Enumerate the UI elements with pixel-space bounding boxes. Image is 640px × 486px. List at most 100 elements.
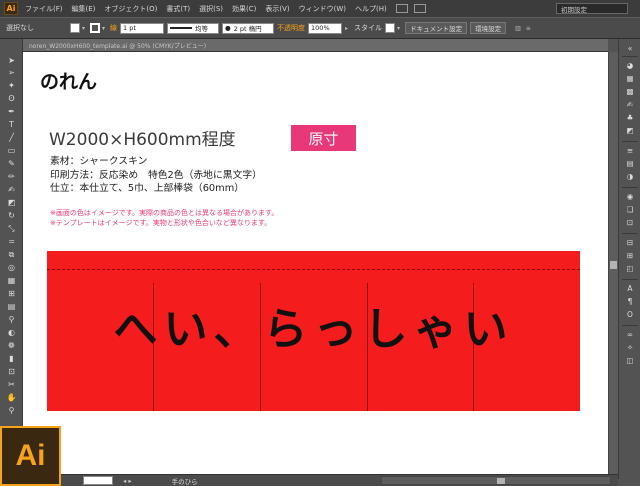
chevron-right-icon[interactable]: ▸ xyxy=(345,25,348,32)
brushes-panel-icon[interactable]: ✍ xyxy=(624,101,636,109)
menu-object[interactable]: オブジェクト(O) xyxy=(104,4,157,14)
preferences-button[interactable]: 環境設定 xyxy=(470,22,507,34)
tools-panel: ➤ ➢ ✦ ʘ ✒ T ╱ ▭ ✎ ✏ ✍ ◩ ↻ ⤡ ≍ ⧉ ◎ ▦ ⊞ ▤ … xyxy=(0,39,23,429)
vertical-scroll-thumb[interactable] xyxy=(610,261,617,269)
symbols-panel-icon[interactable]: ♣ xyxy=(624,114,636,122)
profile-label: 均等 xyxy=(195,25,209,33)
variable-width-profile[interactable]: 均等 xyxy=(167,22,220,34)
rotate-tool-icon[interactable]: ↻ xyxy=(5,211,18,221)
bridge-icon[interactable] xyxy=(395,4,408,13)
artboard[interactable]: のれん W2000×H600mm程度 原寸 素材：シャークスキン 印刷方法：反応… xyxy=(23,52,608,474)
noren-curtain[interactable]: へい、らっしゃい xyxy=(47,251,580,411)
style-label: スタイル xyxy=(354,24,383,32)
spec-list: 素材：シャークスキン 印刷方法：反応染め 特色2色（赤地に黒文字） 仕立：本仕立… xyxy=(50,155,262,196)
align-icon[interactable]: ▥ xyxy=(515,25,521,32)
menu-file[interactable]: ファイル(F) xyxy=(25,4,63,14)
vertical-scrollbar[interactable] xyxy=(608,52,618,474)
menu-select[interactable]: 選択(S) xyxy=(199,4,223,14)
noren-text[interactable]: へい、らっしゃい xyxy=(47,293,580,357)
blob-brush-tool-icon[interactable]: ✍ xyxy=(5,185,18,195)
swatches-panel-icon[interactable]: ▩ xyxy=(624,88,636,96)
gradient-panel-icon[interactable]: ▤ xyxy=(624,160,636,168)
brush-definition[interactable]: ● 2 pt 楕円 xyxy=(222,22,275,34)
graphic-style-swatch[interactable] xyxy=(385,23,396,33)
opentype-panel-icon[interactable]: O xyxy=(624,311,636,319)
menu-type[interactable]: 書式(T) xyxy=(166,4,190,14)
width-tool-icon[interactable]: ≍ xyxy=(5,237,18,247)
pencil-tool-icon[interactable]: ✏ xyxy=(5,172,18,182)
gradient-tool-icon[interactable]: ▤ xyxy=(5,302,18,312)
menu-window[interactable]: ウィンドウ(W) xyxy=(299,4,346,14)
character-panel-icon[interactable]: A xyxy=(624,285,636,293)
scale-tool-icon[interactable]: ⤡ xyxy=(5,224,18,234)
direct-selection-tool-icon[interactable]: ➢ xyxy=(5,68,18,78)
artboard-tool-icon[interactable]: ⊡ xyxy=(5,367,18,377)
divider xyxy=(622,325,638,326)
symbol-sprayer-tool-icon[interactable]: ❁ xyxy=(5,341,18,351)
free-transform-tool-icon[interactable]: ⧉ xyxy=(5,250,18,260)
menu-edit[interactable]: 編集(E) xyxy=(72,4,96,14)
collapse-panels-icon[interactable]: « xyxy=(624,45,636,53)
color-guide-icon[interactable]: ▦ xyxy=(624,75,636,83)
eraser-tool-icon[interactable]: ◩ xyxy=(5,198,18,208)
document-setup-button[interactable]: ドキュメント設定 xyxy=(405,22,468,34)
column-graph-tool-icon[interactable]: ▮ xyxy=(5,354,18,364)
image-trace-icon[interactable]: ✧ xyxy=(624,344,636,352)
horizontal-scrollbar[interactable] xyxy=(381,476,611,485)
status-bar: ◂ ▸ 手のひら xyxy=(61,474,618,486)
stroke-label: 線 xyxy=(110,24,118,32)
transform-panel-icon[interactable]: ⊞ xyxy=(624,252,636,260)
layers-panel-icon[interactable]: ❏ xyxy=(624,206,636,214)
document-tab[interactable]: noren_W2000xH600_template.ai @ 50% (CMYK… xyxy=(23,39,608,52)
page-nav-icon[interactable]: ◂ ▸ xyxy=(123,477,132,485)
line-tool-icon[interactable]: ╱ xyxy=(5,133,18,143)
blend-tool-icon[interactable]: ◐ xyxy=(5,328,18,338)
type-tool-icon[interactable]: T xyxy=(5,120,18,130)
menu-view[interactable]: 表示(V) xyxy=(265,4,289,14)
menu-effect[interactable]: 効果(C) xyxy=(232,4,256,14)
align-panel-icon[interactable]: ⊟ xyxy=(624,239,636,247)
rectangle-tool-icon[interactable]: ▭ xyxy=(5,146,18,156)
current-tool-label: 手のひら xyxy=(171,477,198,486)
shape-builder-tool-icon[interactable]: ◎ xyxy=(5,263,18,273)
horizontal-scroll-thumb[interactable] xyxy=(497,478,505,484)
graphic-styles-icon[interactable]: ◩ xyxy=(624,127,636,135)
workspace-switcher[interactable]: 初期設定 xyxy=(556,3,628,14)
chevron-down-icon[interactable]: ▾ xyxy=(102,25,105,32)
opacity-field[interactable]: 100% xyxy=(308,22,343,34)
chevron-down-icon[interactable]: ▾ xyxy=(397,25,400,32)
appearance-panel-icon[interactable]: ◉ xyxy=(624,193,636,201)
panel-menu-icon[interactable]: ≡ xyxy=(526,25,531,32)
mesh-tool-icon[interactable]: ⊞ xyxy=(5,289,18,299)
transparency-panel-icon[interactable]: ◑ xyxy=(624,173,636,181)
stroke-swatch[interactable] xyxy=(90,23,101,33)
divider xyxy=(622,279,638,280)
eyedropper-tool-icon[interactable]: ⚲ xyxy=(5,315,18,325)
menu-help[interactable]: ヘルプ(H) xyxy=(355,4,387,14)
slice-tool-icon[interactable]: ✂ xyxy=(5,380,18,390)
sleeve-fold-line xyxy=(47,269,580,270)
hand-tool-icon[interactable]: ✋ xyxy=(5,393,18,403)
opacity-label[interactable]: 不透明度 xyxy=(277,23,305,33)
artboards-panel-icon[interactable]: ⊡ xyxy=(624,219,636,227)
zoom-tool-icon[interactable]: ⚲ xyxy=(5,406,18,416)
navigator-panel-icon[interactable]: ◫ xyxy=(624,357,636,365)
stroke-weight-field[interactable]: 1 pt xyxy=(120,22,165,34)
magic-wand-tool-icon[interactable]: ✦ xyxy=(5,81,18,91)
divider xyxy=(622,233,638,234)
lasso-tool-icon[interactable]: ʘ xyxy=(5,94,18,104)
fill-swatch[interactable] xyxy=(70,23,80,33)
stroke-panel-icon[interactable]: ≡ xyxy=(624,147,636,155)
pen-tool-icon[interactable]: ✒ xyxy=(5,107,18,117)
arrange-documents-icon[interactable] xyxy=(413,4,426,13)
color-panel-icon[interactable]: ◕ xyxy=(624,62,636,70)
paintbrush-tool-icon[interactable]: ✎ xyxy=(5,159,18,169)
pathfinder-panel-icon[interactable]: ◰ xyxy=(624,265,636,273)
perspective-grid-tool-icon[interactable]: ▦ xyxy=(5,276,18,286)
zoom-level-field[interactable] xyxy=(83,476,113,485)
chevron-down-icon[interactable]: ▾ xyxy=(82,25,85,32)
links-panel-icon[interactable]: ∞ xyxy=(624,331,636,339)
actual-size-badge: 原寸 xyxy=(291,125,356,151)
paragraph-panel-icon[interactable]: ¶ xyxy=(624,298,636,306)
selection-tool-icon[interactable]: ➤ xyxy=(5,56,18,66)
